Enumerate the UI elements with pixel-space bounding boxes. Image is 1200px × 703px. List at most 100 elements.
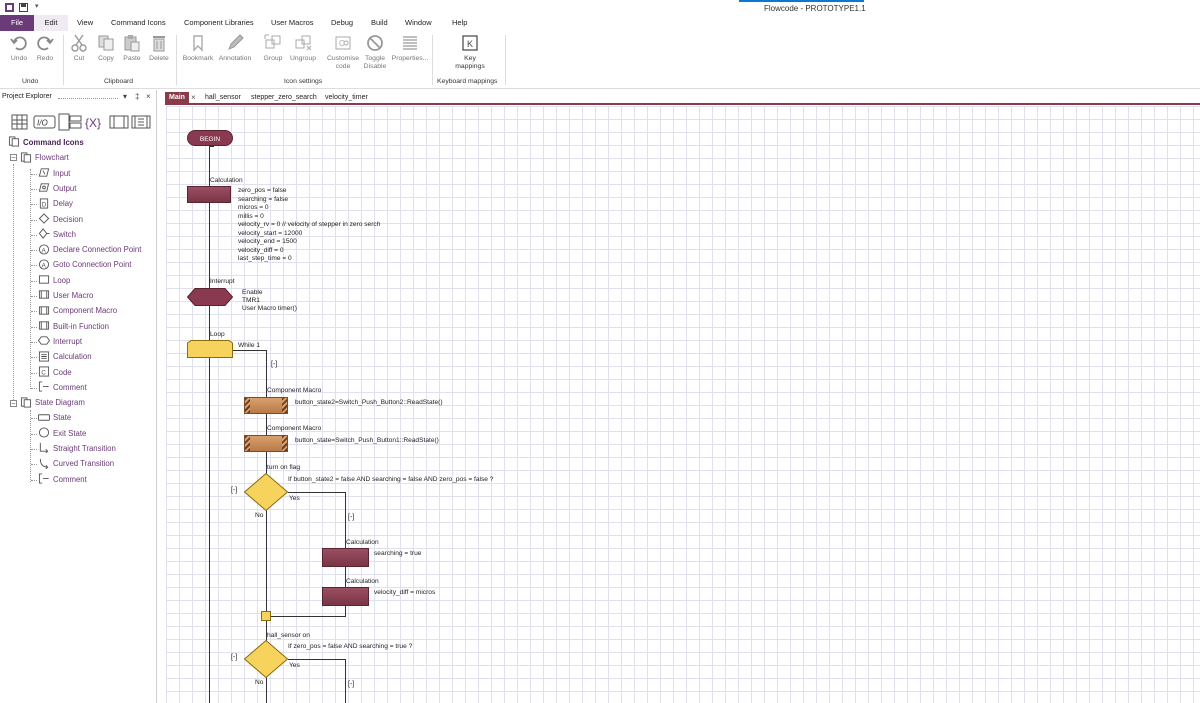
tree-item-output[interactable]: Output [38,182,76,196]
explorer-dropdown-icon[interactable]: ▾ [123,92,127,101]
menu-debug[interactable]: Debug [331,15,353,31]
undo-icon [10,36,27,51]
paste-button[interactable]: Paste [122,34,142,63]
dec2-yes: Yes [289,662,300,669]
tree-item-flowchart[interactable]: Flowchart [20,151,69,165]
tree-item-label: Switch [53,229,76,239]
grid-view-icon[interactable] [11,114,28,130]
tree-item-label: State [53,413,72,423]
tree-item-delay[interactable]: D Delay [38,197,73,211]
component-list-icon[interactable] [109,115,129,129]
tree-item-loop[interactable]: Loop [38,274,70,288]
tab-velocity-timer[interactable]: velocity_timer [321,92,372,103]
tab-main[interactable]: Main [165,92,189,103]
keyboard-key-icon: K [462,35,478,51]
ungroup-button[interactable]: Ungroup [288,34,318,63]
menu-file[interactable]: File [0,15,34,31]
menu-command-icons[interactable]: Command Icons [111,15,166,31]
annotation-button[interactable]: Annotation [216,34,254,63]
key-mappings-button[interactable]: K Key mappings [450,34,490,71]
tree-item-label: Delay [53,199,73,209]
calc2-block[interactable] [322,548,369,567]
yes-branch-collapse-button[interactable]: [-] [348,514,354,521]
io-icon[interactable]: I/O [33,115,56,129]
tab-hall-sensor[interactable]: hall_sensor [201,92,245,103]
tree-item-user-macro[interactable]: User Macro [38,289,93,303]
comp2-block[interactable] [244,435,288,452]
tree-item-input[interactable]: Input [38,167,70,181]
dec1-collapse-button[interactable]: [-] [231,487,237,494]
copy-button[interactable]: Copy [96,34,116,63]
menu-build[interactable]: Build [371,15,388,31]
tree-item-state[interactable]: State [38,411,71,425]
code-icon: C [38,366,50,377]
macro-list-icon[interactable] [58,113,82,131]
tree-item-goto-connection-point[interactable]: A Goto Connection Point [38,258,131,272]
tree-item-comment[interactable]: Comment [38,473,87,487]
flowchart-expander[interactable]: – [10,154,17,161]
loop-block[interactable] [187,340,233,358]
flowchart-canvas[interactable]: BEGIN Calculation Interrupt Enable TMR1 … [166,106,1200,703]
tree-line [31,204,37,206]
menu-user-macros[interactable]: User Macros [271,15,314,31]
tree-item-decision[interactable]: Decision [38,213,83,227]
menu-edit[interactable]: Edit [34,15,68,31]
tab-stepper-zero-search[interactable]: stepper_zero_search [247,92,321,103]
menu-view[interactable]: View [77,15,93,31]
calc3-title: Calculation [346,578,379,585]
quick-access-dropdown-icon[interactable]: ▾ [35,2,39,10]
properties-button[interactable]: Properties... [390,34,430,63]
yes-branch-collapse-button[interactable]: [-] [348,681,354,688]
tree-line [31,387,37,389]
group-button[interactable]: Group [262,34,284,63]
menu-window[interactable]: Window [405,15,432,31]
delete-button[interactable]: Delete [148,34,170,63]
tree-item-straight-transition[interactable]: Straight Transition [38,442,116,456]
state-diagram-expander[interactable]: – [10,400,17,407]
tree-line [31,280,37,282]
tab-close-icon[interactable]: × [191,93,196,102]
delete-label: Delete [149,55,169,62]
menu-help[interactable]: Help [452,15,467,31]
tree-item-switch[interactable]: Switch [38,228,76,242]
tree-item-calculation[interactable]: Calculation [38,350,92,364]
flow-line [288,492,345,493]
tree-item-state-diagram[interactable]: State Diagram [20,396,85,410]
tree-item-curved-transition[interactable]: Curved Transition [38,457,114,471]
loop-title: Loop [210,331,225,338]
variables-icon[interactable]: {X} [85,116,101,130]
tree-item-declare-connection-point[interactable]: A Declare Connection Point [38,243,141,257]
tree-item-comment[interactable]: Comment [38,381,87,395]
calc3-block[interactable] [322,587,369,606]
explorer-close-icon[interactable]: × [146,92,151,101]
calc1-block[interactable] [187,186,231,203]
cut-button[interactable]: Cut [70,34,88,63]
chip-icon[interactable] [131,115,151,129]
dec2-collapse-button[interactable]: [-] [231,654,237,661]
explorer-pin-icon[interactable]: ‡ [135,92,139,101]
save-icon[interactable] [19,3,28,12]
explorer-gripper[interactable] [58,98,118,99]
dec1-yes: Yes [289,495,300,502]
bookmark-button[interactable]: Bookmark [181,34,215,63]
tree-item-code[interactable]: C Code [38,366,72,380]
menu-component-libraries[interactable]: Component Libraries [184,15,254,31]
dec1-diamond[interactable] [244,473,288,511]
begin-terminator[interactable]: BEGIN [187,130,233,146]
calc1-title: Calculation [210,177,243,184]
bookmark-label: Bookmark [182,55,214,62]
tree-item-exit-state[interactable]: Exit State [38,427,86,441]
comp1-block[interactable] [244,397,288,414]
toggle-disable-button[interactable]: Toggle Disable [362,34,388,71]
tree-item-command-icons[interactable]: Command Icons [8,136,84,150]
tree-item-component-macro[interactable]: Component Macro [38,304,117,318]
interrupt-block[interactable] [187,288,233,306]
tree-item-interrupt[interactable]: Interrupt [38,335,82,349]
customise-code-button[interactable]: C Customise code [325,34,361,71]
dec2-diamond[interactable] [244,640,288,678]
loop-collapse-button[interactable]: [-] [271,361,277,368]
redo-button[interactable]: Redo [34,34,56,63]
undo-button[interactable]: Undo [8,34,30,63]
tree-item-built-in-function[interactable]: Built-in Function [38,320,109,334]
straight-transition-icon [39,443,49,454]
